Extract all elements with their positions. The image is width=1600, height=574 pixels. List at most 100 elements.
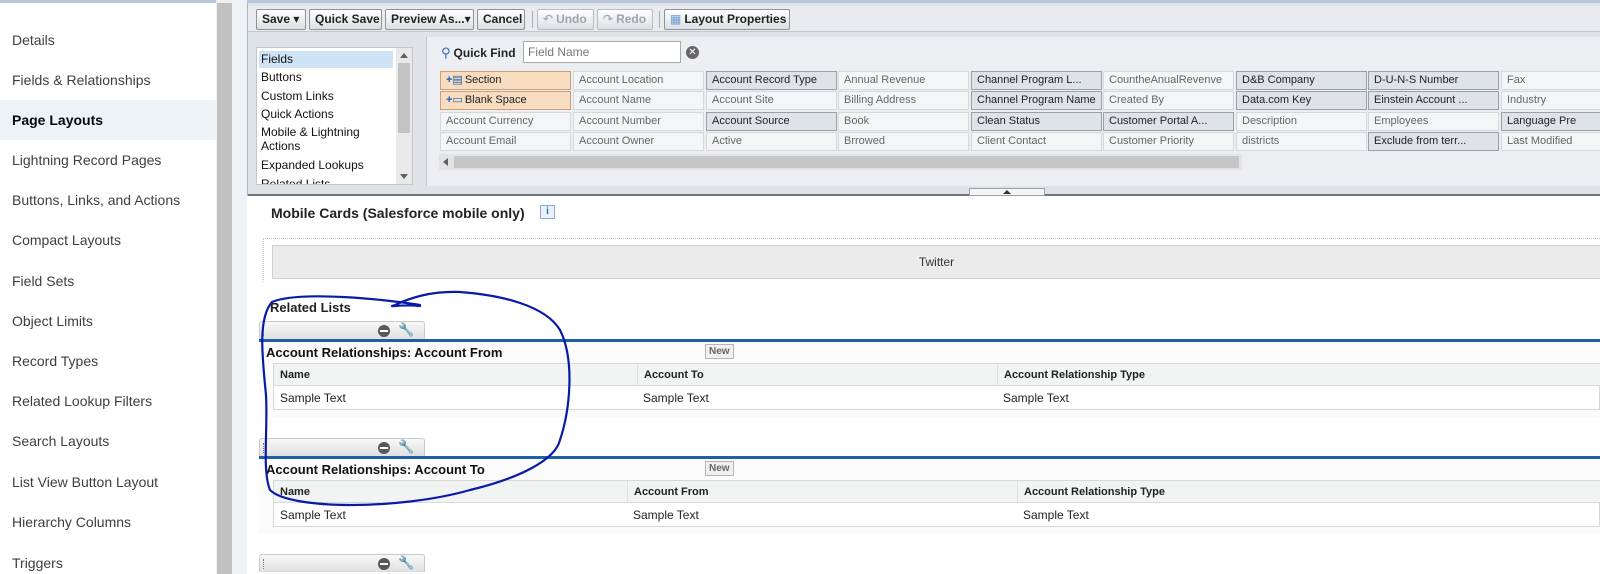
category-scroll-thumb[interactable] bbox=[398, 63, 410, 133]
sidebar-item-search-layouts[interactable]: Search Layouts bbox=[0, 421, 216, 461]
twitter-card[interactable]: Twitter bbox=[272, 245, 1600, 279]
field-item[interactable]: Account Source bbox=[706, 112, 837, 131]
field-item[interactable]: Book bbox=[838, 112, 969, 131]
scroll-down-icon[interactable] bbox=[400, 174, 408, 179]
field-item[interactable]: Account Record Type bbox=[706, 71, 837, 90]
quick-save-button[interactable]: Quick Save bbox=[309, 9, 382, 30]
field-item[interactable]: Channel Program L... bbox=[971, 71, 1102, 90]
category-expanded-lookups[interactable]: Expanded Lookups bbox=[259, 157, 393, 174]
field-item[interactable]: CountheAnualRevenve bbox=[1103, 71, 1234, 90]
new-button[interactable]: New bbox=[705, 461, 734, 476]
layout-properties-button[interactable]: ▦ Layout Properties bbox=[664, 9, 790, 30]
wrench-icon[interactable]: 🔧 bbox=[398, 439, 414, 455]
scroll-up-icon[interactable] bbox=[400, 53, 408, 58]
field-item[interactable]: Fax bbox=[1501, 71, 1600, 90]
palette-collapse-handle[interactable] bbox=[969, 188, 1045, 196]
field-item[interactable]: Annual Revenue bbox=[838, 71, 969, 90]
quick-find-input[interactable] bbox=[523, 41, 681, 63]
sidebar-item-details[interactable]: Details bbox=[0, 20, 216, 60]
wrench-icon[interactable]: 🔧 bbox=[398, 322, 414, 338]
sidebar-item-hierarchy-columns[interactable]: Hierarchy Columns bbox=[0, 502, 216, 542]
undo-button[interactable]: ↶ Undo bbox=[537, 9, 594, 30]
field-item[interactable]: Employees bbox=[1368, 112, 1499, 131]
category-quick-actions[interactable]: Quick Actions bbox=[259, 106, 393, 123]
field-grid-scrollbar[interactable] bbox=[439, 154, 1242, 170]
field-item[interactable]: Account Location bbox=[573, 71, 704, 90]
scroll-left-icon[interactable] bbox=[443, 158, 448, 166]
field-item[interactable]: Account Site bbox=[706, 91, 837, 110]
new-button[interactable]: New bbox=[705, 344, 734, 359]
field-item[interactable]: Billing Address bbox=[838, 91, 969, 110]
field-item[interactable]: Channel Program Name bbox=[971, 91, 1102, 110]
field-item[interactable]: Account Number bbox=[573, 112, 704, 131]
field-grid-scroll-thumb[interactable] bbox=[454, 156, 1239, 168]
remove-icon[interactable] bbox=[378, 325, 390, 337]
field-item[interactable]: Brrowed bbox=[838, 132, 969, 151]
preview-as-button[interactable]: Preview As...▾ bbox=[385, 9, 474, 30]
field-item[interactable]: Last Modified bbox=[1501, 132, 1600, 151]
palette-category-list[interactable]: Fields Buttons Custom Links Quick Action… bbox=[256, 47, 413, 185]
save-dropdown-icon[interactable]: ▾ bbox=[293, 12, 299, 26]
drag-grip-icon[interactable] bbox=[263, 443, 266, 453]
field-item[interactable]: Created By bbox=[1103, 91, 1234, 110]
clear-search-icon[interactable]: ✕ bbox=[686, 46, 699, 59]
sidebar-scroll-thumb[interactable] bbox=[217, 3, 232, 574]
field-item-section[interactable]: +▤ Section bbox=[440, 71, 571, 90]
field-item[interactable]: Account Owner bbox=[573, 132, 704, 151]
field-item[interactable]: Description bbox=[1236, 112, 1367, 131]
field-item[interactable]: Account Currency bbox=[440, 112, 571, 131]
save-button[interactable]: Save ▾ bbox=[256, 9, 306, 30]
sidebar-item-buttons-links-actions[interactable]: Buttons, Links, and Actions bbox=[0, 180, 216, 220]
wrench-icon[interactable]: 🔧 bbox=[398, 555, 414, 571]
field-item[interactable]: Customer Portal A... bbox=[1103, 112, 1234, 131]
sidebar-item-fields-relationships[interactable]: Fields & Relationships bbox=[0, 60, 216, 100]
redo-icon: ↷ bbox=[603, 12, 614, 26]
field-item[interactable]: Data.com Key bbox=[1236, 91, 1367, 110]
drag-grip-icon[interactable] bbox=[263, 326, 266, 336]
related-list-account-to[interactable]: Account Relationships: Account To New Na… bbox=[259, 456, 1600, 534]
drag-grip-icon[interactable] bbox=[263, 559, 266, 569]
field-item[interactable]: Account Email bbox=[440, 132, 571, 151]
related-list-handle[interactable]: 🔧 bbox=[259, 321, 425, 339]
field-item[interactable]: Account Name bbox=[573, 91, 704, 110]
field-item[interactable]: Exclude from terr... bbox=[1368, 132, 1499, 151]
field-item[interactable]: Client Contact bbox=[971, 132, 1102, 151]
category-fields[interactable]: Fields bbox=[259, 51, 393, 68]
sidebar-item-related-lookup-filters[interactable]: Related Lookup Filters bbox=[0, 381, 216, 421]
category-related-lists[interactable]: Related Lists bbox=[259, 176, 393, 184]
field-item[interactable]: Language Pre bbox=[1501, 112, 1600, 131]
related-list-handle[interactable]: 🔧 bbox=[259, 438, 425, 456]
column-header: Account To bbox=[637, 364, 997, 386]
category-buttons[interactable]: Buttons bbox=[259, 69, 393, 86]
sidebar-item-triggers[interactable]: Triggers bbox=[0, 543, 216, 574]
preview-as-label: Preview As... bbox=[391, 12, 465, 26]
field-item[interactable]: Clean Status bbox=[971, 112, 1102, 131]
related-list-account-from[interactable]: Account Relationships: Account From New … bbox=[259, 339, 1600, 417]
sidebar-scrollbar[interactable] bbox=[216, 0, 233, 574]
sidebar-item-field-sets[interactable]: Field Sets bbox=[0, 261, 216, 301]
field-item[interactable]: D-U-N-S Number bbox=[1368, 71, 1499, 90]
field-item[interactable]: D&B Company bbox=[1236, 71, 1367, 90]
sidebar-item-page-layouts[interactable]: Page Layouts bbox=[0, 100, 216, 140]
redo-button[interactable]: ↷ Redo bbox=[597, 9, 653, 30]
remove-icon[interactable] bbox=[378, 558, 390, 570]
sidebar-item-compact-layouts[interactable]: Compact Layouts bbox=[0, 220, 216, 260]
category-mobile-lightning-actions[interactable]: Mobile & Lightning Actions bbox=[259, 125, 393, 155]
field-item[interactable]: Customer Priority bbox=[1103, 132, 1234, 151]
sidebar-item-lightning-record-pages[interactable]: Lightning Record Pages bbox=[0, 140, 216, 180]
category-custom-links[interactable]: Custom Links bbox=[259, 88, 393, 105]
sidebar-item-record-types[interactable]: Record Types bbox=[0, 341, 216, 381]
sidebar-item-object-limits[interactable]: Object Limits bbox=[0, 301, 216, 341]
field-item[interactable]: districts bbox=[1236, 132, 1367, 151]
field-item-blank-space[interactable]: +▭ Blank Space bbox=[440, 91, 571, 110]
field-item[interactable]: Active bbox=[706, 132, 837, 151]
category-scrollbar[interactable] bbox=[396, 48, 412, 184]
field-item[interactable]: Einstein Account ... bbox=[1368, 91, 1499, 110]
field-item[interactable]: Industry bbox=[1501, 91, 1600, 110]
related-list-handle[interactable]: 🔧 bbox=[259, 554, 425, 572]
info-icon[interactable]: i bbox=[540, 205, 555, 219]
related-list-table: Name Account To Account Relationship Typ… bbox=[273, 363, 1600, 410]
sidebar-item-list-view-button-layout[interactable]: List View Button Layout bbox=[0, 462, 216, 502]
remove-icon[interactable] bbox=[378, 442, 390, 454]
cancel-button[interactable]: Cancel bbox=[477, 9, 525, 30]
